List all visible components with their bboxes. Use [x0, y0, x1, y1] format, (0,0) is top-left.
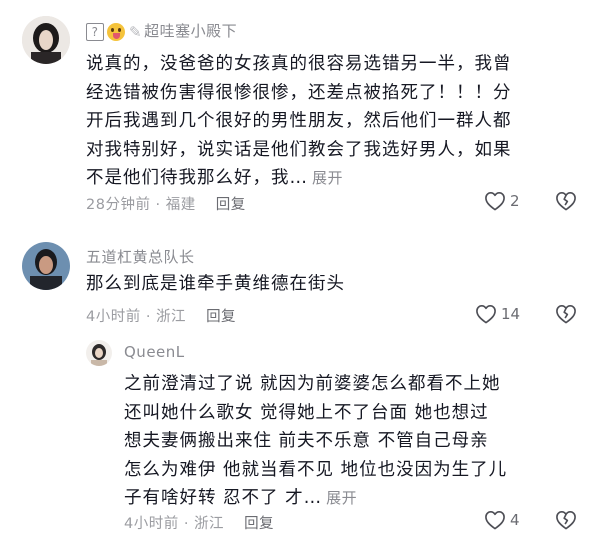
- dislike-button[interactable]: [555, 510, 577, 534]
- like-button[interactable]: 2: [484, 191, 520, 211]
- broken-heart-icon: [556, 305, 576, 324]
- comment-line: 经选错被伤害得很惨很惨，还差点被掐死了！！！分: [86, 82, 512, 103]
- comment-line: 还叫她什么歌女 觉得她上不了台面 她也想过: [124, 402, 489, 423]
- comment-line: 想夫妻俩搬出来住 前夫不乐意 不管自己母亲: [124, 431, 489, 451]
- comment-text: 之前澄清过了说 就因为前婆婆怎么都看不上她 还叫她什么歌女 觉得她上不了台面 她…: [124, 370, 507, 513]
- heart-outline-icon: [485, 192, 505, 211]
- comment-line: 说真的，没爸爸的女孩真的很容易选错另一半，我曾: [86, 54, 512, 74]
- heart-outline-icon: [476, 305, 496, 324]
- meta-separator: ·: [178, 516, 195, 532]
- username[interactable]: 五道杠黄总队长: [86, 246, 195, 267]
- meta-separator: ·: [140, 309, 157, 325]
- heart-outline-icon: [485, 511, 505, 530]
- script-mark-icon: ✎: [129, 22, 143, 41]
- reply-button[interactable]: 回复: [216, 197, 246, 213]
- reply-button[interactable]: 回复: [244, 516, 274, 532]
- badge-icon: ?: [86, 22, 104, 41]
- comment-line: 那么到底是谁牵手黄维德在街头: [86, 274, 345, 294]
- meta-separator: ·: [150, 197, 166, 213]
- expand-button[interactable]: 展开: [312, 169, 343, 187]
- like-count: 14: [501, 305, 521, 323]
- username-text: 超哇塞小殿下: [144, 22, 238, 40]
- username[interactable]: ? ✎ 超哇塞小殿下: [86, 20, 237, 41]
- location: 福建: [165, 197, 196, 213]
- location: 浙江: [194, 516, 225, 532]
- comment-text: 说真的，没爸爸的女孩真的很容易选错另一半，我曾 经选错被伤害得很惨很惨，还差点被…: [86, 50, 512, 193]
- broken-heart-icon: [556, 192, 576, 211]
- comment-line: 不是他们待我那么好，我…: [86, 168, 308, 188]
- like-count: 4: [510, 511, 520, 529]
- comment-line: 怎么为难伊 他就当看不见 地位也没因为生了儿: [124, 459, 508, 480]
- comment-line: 之前澄清过了说 就因为前婆婆怎么都看不上她: [124, 374, 501, 394]
- timestamp: 28分钟前: [86, 197, 151, 213]
- like-button[interactable]: 4: [484, 510, 520, 530]
- avatar[interactable]: [22, 242, 70, 290]
- username-text: 五道杠黄总队长: [86, 248, 195, 266]
- avatar[interactable]: [22, 16, 70, 64]
- like-count: 2: [510, 192, 520, 210]
- username-text: QueenL: [124, 343, 185, 361]
- dislike-button[interactable]: [555, 304, 577, 328]
- comment-line: 开后我遇到几个很好的男性朋友，然后他们一群人都: [86, 111, 512, 131]
- dislike-button[interactable]: [555, 191, 577, 215]
- like-button[interactable]: 14: [475, 304, 520, 324]
- comment-meta: 28分钟前 · 福建 回复: [86, 193, 246, 214]
- comment-line: 子有啥好转 忍不了 才…: [124, 488, 323, 508]
- location: 浙江: [156, 309, 187, 325]
- timestamp: 4小时前: [124, 516, 179, 532]
- timestamp: 4小时前: [86, 309, 141, 325]
- comment-meta: 4小时前 · 浙江 回复: [124, 512, 274, 533]
- tongue-emoji-icon: [107, 22, 125, 41]
- username[interactable]: QueenL: [124, 343, 185, 361]
- broken-heart-icon: [556, 511, 576, 530]
- comment-meta: 4小时前 · 浙江 回复: [86, 305, 236, 326]
- reply-button[interactable]: 回复: [206, 309, 236, 325]
- expand-button[interactable]: 展开: [326, 489, 357, 507]
- avatar[interactable]: [86, 340, 112, 366]
- comment-text: 那么到底是谁牵手黄维德在街头: [86, 270, 345, 299]
- comment-line: 对我特别好，说实话是他们教会了我选好男人，如果: [86, 139, 512, 160]
